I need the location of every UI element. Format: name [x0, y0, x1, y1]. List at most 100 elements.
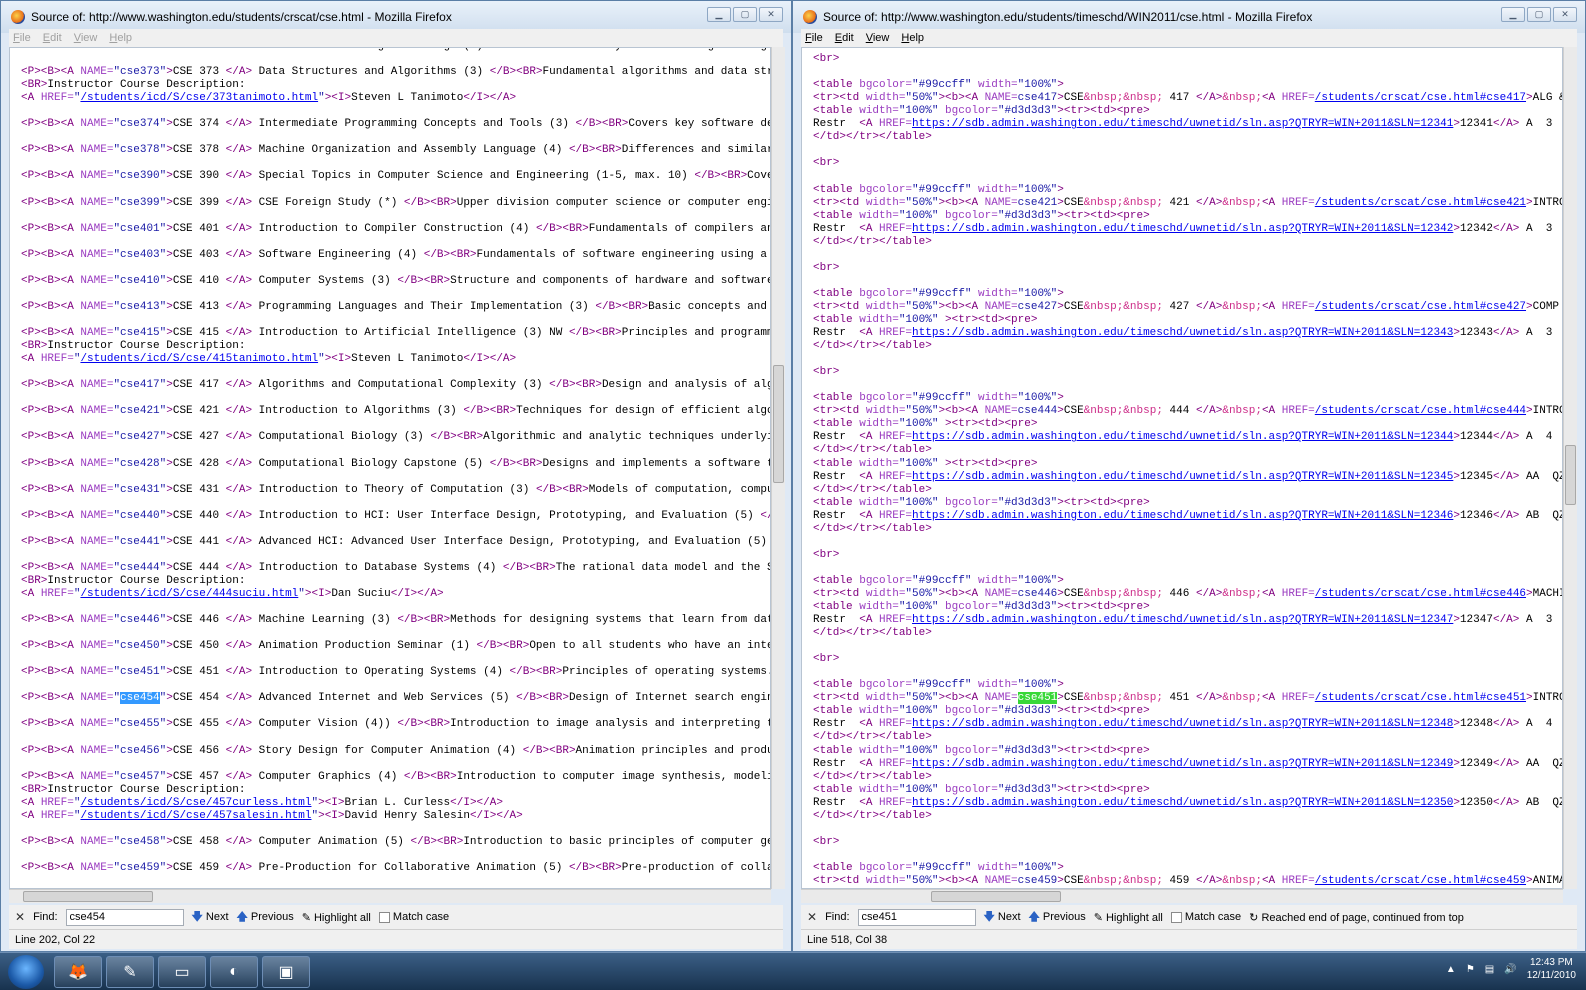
menu-help[interactable]: Help	[901, 29, 924, 47]
eclipse-taskbar-button[interactable]: ◐	[210, 956, 258, 988]
close-button[interactable]: ✕	[759, 7, 783, 22]
find-input[interactable]	[65, 908, 184, 926]
source-link[interactable]: /students/icd/S/cse/457curless.html	[80, 797, 311, 809]
menu-view[interactable]: View	[74, 29, 98, 47]
source-token: "100%"	[898, 496, 939, 509]
source-line: <P><B><A NAME="cse454">CSE 454 </A> Adva…	[21, 692, 770, 705]
source-line: <P><B><A NAME="cse458">CSE 458 </A> Comp…	[21, 836, 770, 849]
menu-file[interactable]: File	[13, 29, 31, 47]
right-horizontal-scrollbar[interactable]	[801, 889, 1563, 903]
source-link[interactable]: /students/icd/S/cse/415tanimoto.html	[80, 353, 318, 365]
source-link[interactable]: https://sdb.admin.washington.edu/timesch…	[912, 223, 1453, 235]
match-case-checkbox[interactable]: Match case	[1170, 911, 1241, 923]
left-source-view[interactable]: <P><B><A NAME="cse370">CSE 370 </A> Intr…	[9, 47, 771, 889]
menu-view[interactable]: View	[866, 29, 890, 47]
menu-edit[interactable]: Edit	[43, 29, 62, 47]
find-next-button[interactable]: 🡇 Next	[984, 908, 1021, 927]
left-vertical-scrollbar[interactable]	[771, 47, 785, 889]
source-token: Cover	[747, 170, 770, 183]
source-line: <P><B><A NAME="cse428">CSE 428 </A> Comp…	[21, 458, 770, 471]
left-horizontal-scrollbar[interactable]	[9, 889, 771, 903]
maximize-button[interactable]: ▢	[733, 7, 757, 22]
source-token: <P><B><A	[21, 483, 81, 496]
source-token: <P><B><A	[21, 614, 81, 627]
highlight-all-button[interactable]: ✎ Highlight all	[1094, 911, 1163, 924]
network-icon[interactable]: ▤	[1485, 964, 1494, 975]
source-link[interactable]: https://sdb.admin.washington.edu/timesch…	[912, 718, 1453, 730]
source-token: <br>	[813, 835, 840, 848]
source-token: cse459	[1017, 875, 1058, 887]
source-line: <table bgcolor="#99ccff" width="100%">	[813, 79, 1562, 92]
highlight-all-label: Highlight all	[1105, 911, 1163, 924]
scroll-thumb[interactable]	[931, 891, 1061, 902]
minimize-button[interactable]: ▁	[707, 7, 731, 22]
source-link[interactable]: /students/crscat/cse.html#cse417	[1315, 92, 1526, 104]
source-link[interactable]: /students/icd/S/cse/373tanimoto.html	[80, 92, 318, 104]
source-line	[21, 157, 770, 170]
source-link[interactable]: https://sdb.admin.washington.edu/timesch…	[912, 614, 1453, 626]
source-token: "cse410"	[113, 274, 167, 287]
source-link[interactable]: /students/icd/S/cse/457salesin.html	[80, 810, 311, 822]
source-token: Introduction to HCI: User Interface Desi…	[252, 509, 761, 522]
source-link[interactable]: /students/crscat/cse.html#cse427	[1315, 301, 1526, 313]
source-link[interactable]: /students/crscat/cse.html#cse446	[1315, 588, 1526, 600]
source-link[interactable]: https://sdb.admin.washington.edu/timesch…	[912, 797, 1453, 809]
close-button[interactable]: ✕	[1553, 7, 1577, 22]
close-find-icon[interactable]: ✕	[15, 910, 25, 924]
explorer-taskbar-button[interactable]: ▭	[158, 956, 206, 988]
source-token: </td></tr></table>	[813, 444, 932, 457]
match-case-checkbox[interactable]: Match case	[378, 911, 449, 923]
flag-icon[interactable]: ⚑	[1466, 964, 1475, 975]
source-token: &nbsp;	[1222, 587, 1262, 600]
find-input[interactable]	[857, 908, 976, 926]
volume-icon[interactable]: 🔊	[1504, 964, 1516, 975]
source-token: Introduction to Algorithms (3)	[252, 405, 464, 418]
source-link[interactable]: https://sdb.admin.washington.edu/timesch…	[912, 471, 1453, 483]
source-token: <P><B><A	[21, 144, 81, 157]
source-link[interactable]: https://sdb.admin.washington.edu/timesch…	[912, 118, 1453, 130]
firefox-taskbar-button[interactable]: 🦊	[54, 956, 102, 988]
source-link[interactable]: https://sdb.admin.washington.edu/timesch…	[912, 758, 1453, 770]
menu-edit[interactable]: Edit	[835, 29, 854, 47]
menu-file[interactable]: File	[805, 29, 823, 47]
notepad-taskbar-button[interactable]: ✎	[106, 956, 154, 988]
minimize-button[interactable]: ▁	[1501, 7, 1525, 22]
menu-help[interactable]: Help	[109, 29, 132, 47]
find-previous-button[interactable]: 🡅 Previous	[1029, 908, 1086, 927]
source-token: width=	[865, 92, 906, 105]
source-token: Principles of operating systems.	[562, 666, 771, 679]
presentation-taskbar-button[interactable]: ▣	[262, 956, 310, 988]
right-vertical-scrollbar[interactable]	[1563, 47, 1577, 889]
source-link[interactable]: /students/crscat/cse.html#cse444	[1315, 405, 1526, 417]
source-token: bgcolor=	[859, 183, 913, 196]
source-link[interactable]: https://sdb.admin.washington.edu/timesch…	[912, 510, 1453, 522]
start-button[interactable]	[8, 955, 44, 989]
scroll-thumb[interactable]	[1565, 445, 1576, 505]
source-token: Steven L Tanimoto	[351, 353, 464, 366]
checkbox-icon	[378, 911, 390, 923]
highlight-all-button[interactable]: ✎ Highlight all	[302, 911, 371, 924]
source-link[interactable]: https://sdb.admin.washington.edu/timesch…	[912, 327, 1453, 339]
source-token: Introduction to Compiler Construction (4…	[252, 222, 536, 235]
source-link[interactable]: /students/icd/S/cse/444suciu.html	[80, 588, 298, 600]
maximize-button[interactable]: ▢	[1527, 7, 1551, 22]
source-token: width=	[971, 679, 1018, 692]
source-token: bgcolor=	[938, 601, 998, 614]
close-find-icon[interactable]: ✕	[807, 910, 817, 924]
source-token: Instructor Course Description:	[47, 340, 246, 353]
source-link[interactable]: https://sdb.admin.washington.edu/timesch…	[912, 431, 1453, 443]
source-token: NAME=	[984, 405, 1018, 418]
clock[interactable]: 12:43 PM 12/11/2010	[1527, 956, 1576, 982]
find-previous-button[interactable]: 🡅 Previous	[237, 908, 294, 927]
source-link[interactable]: /students/crscat/cse.html#cse451	[1315, 692, 1526, 704]
show-hidden-icons-icon[interactable]: ▲	[1446, 964, 1456, 975]
find-next-button[interactable]: 🡇 Next	[192, 908, 229, 927]
source-link[interactable]: /students/crscat/cse.html#cse421	[1315, 197, 1526, 209]
right-source-view[interactable]: <br> <table bgcolor="#99ccff" width="100%…	[801, 47, 1563, 889]
source-token: <BR>	[21, 574, 48, 587]
source-token: <A	[21, 809, 41, 822]
scroll-thumb[interactable]	[773, 365, 784, 483]
source-link[interactable]: /students/crscat/cse.html#cse459	[1315, 875, 1526, 887]
source-token: CSE 403	[172, 248, 226, 261]
scroll-thumb[interactable]	[23, 891, 153, 902]
